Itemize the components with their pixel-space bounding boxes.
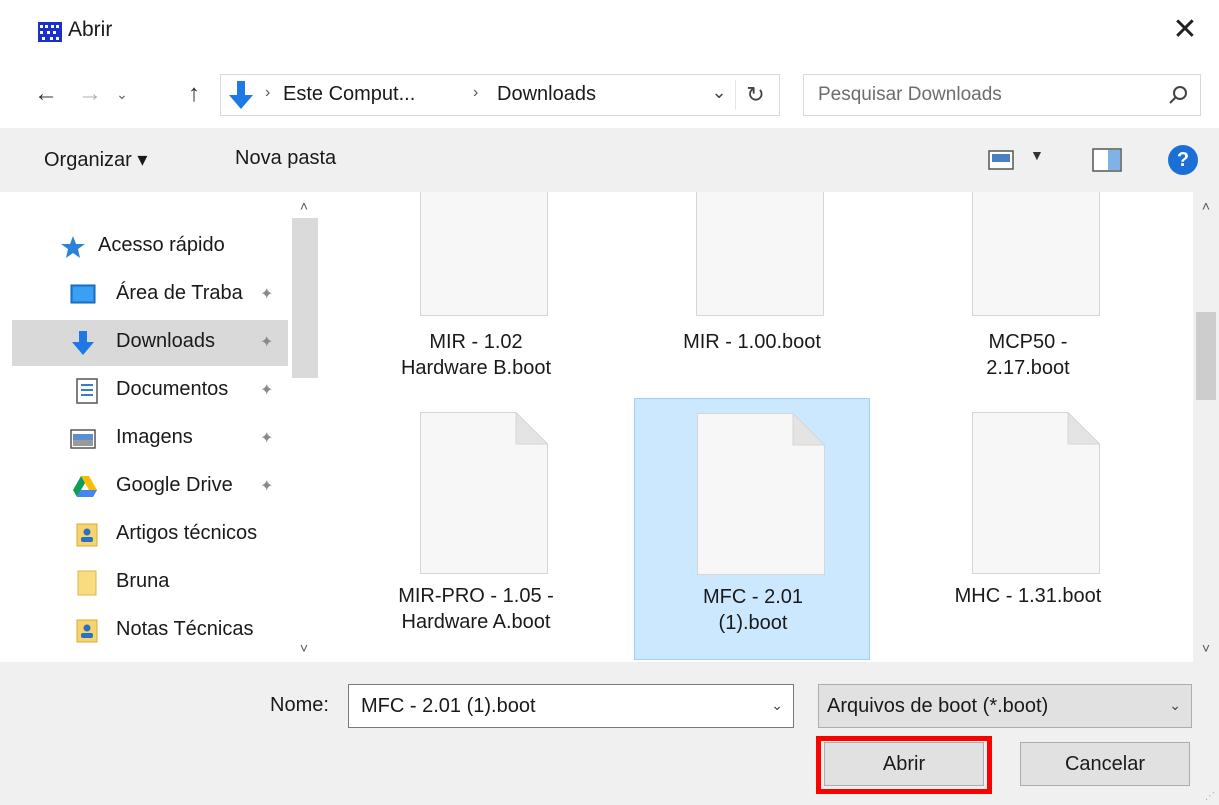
scroll-down-chevron-icon[interactable]: ˅ [290, 640, 318, 656]
command-bar: Organizar ▾ Nova pasta ▼ ? [0, 128, 1219, 192]
file-type-select[interactable]: Arquivos de boot (*.boot) ⌄ [818, 684, 1192, 728]
cancel-button[interactable]: Cancelar [1020, 742, 1190, 786]
chevron-down-icon[interactable]: ⌄ [1169, 697, 1181, 714]
file-name-line: MCP50 - [988, 331, 1068, 353]
file-name-line: Hardware B.boot [400, 357, 552, 379]
sidebar-item-artigos-tecnicos[interactable]: Artigos técnicos [12, 512, 288, 558]
app-icon [38, 22, 62, 42]
address-bar[interactable]: › Este Comput... › Downloads ⌄ ↻ [220, 74, 780, 116]
chevron-down-icon[interactable]: ⌄ [771, 697, 783, 714]
file-list: MIR - 1.02 Hardware B.boot MIR - 1.00.bo… [318, 192, 1219, 662]
breadcrumb-downloads[interactable]: Downloads [497, 83, 596, 106]
search-placeholder: Pesquisar Downloads [818, 84, 1002, 105]
scroll-down-chevron-icon[interactable]: ˅ [1193, 640, 1219, 656]
new-folder-button[interactable]: Nova pasta [235, 147, 336, 170]
sidebar-item-label: Downloads [116, 330, 215, 352]
resize-grip-icon[interactable]: ⋰ [1205, 791, 1217, 803]
up-arrow-icon[interactable]: ↑ [178, 76, 210, 112]
scrollbar-thumb[interactable] [292, 218, 318, 378]
desktop-icon [70, 284, 96, 304]
sidebar-item-notas-tecnicas[interactable]: Notas Técnicas [12, 608, 288, 654]
sidebar-item-acesso-rapido[interactable]: Acesso rápido [12, 224, 288, 270]
file-name-field[interactable]: MFC - 2.01 (1).boot ⌄ [348, 684, 794, 728]
search-input[interactable]: Pesquisar Downloads [803, 74, 1201, 116]
file-icon [972, 192, 1100, 316]
file-name-line: 2.17.boot [986, 357, 1070, 379]
sidebar-item-bruna[interactable]: Bruna [12, 560, 288, 606]
star-icon [61, 236, 85, 258]
pin-icon: ✦ [260, 478, 274, 495]
sidebar-item-label: Acesso rápido [98, 234, 225, 256]
highlight-annotation-box [816, 736, 992, 794]
view-dropdown-chevron-icon[interactable]: ▼ [1030, 147, 1044, 163]
sidebar-item-label: Bruna [116, 570, 170, 592]
sidebar-item-label: Notas Técnicas [116, 618, 254, 640]
sidebar-item-imagens[interactable]: Imagens ✦ [12, 416, 288, 462]
pin-icon: ✦ [260, 430, 274, 447]
file-icon [420, 192, 548, 316]
download-arrow-icon [72, 331, 94, 355]
dialog-footer: Nome: MFC - 2.01 (1).boot ⌄ Arquivos de … [0, 662, 1219, 805]
title-bar: Abrir ✕ [0, 0, 1219, 64]
breadcrumb-este-computador[interactable]: Este Comput... [283, 83, 415, 106]
file-item[interactable]: MHC - 1.31.boot [910, 398, 1146, 660]
pin-icon: ✦ [260, 334, 274, 351]
breadcrumb-separator-icon[interactable]: › [473, 84, 478, 102]
window-title: Abrir [68, 18, 113, 41]
file-icon [420, 412, 548, 574]
sidebar-item-area-de-trabalho[interactable]: Área de Traba ✦ [12, 272, 288, 318]
preview-pane-icon[interactable] [1092, 148, 1122, 172]
refresh-icon[interactable]: ↻ [735, 80, 775, 110]
file-name-label: Nome: [270, 694, 329, 716]
close-button[interactable]: ✕ [1167, 12, 1203, 48]
scrollbar-thumb[interactable] [1196, 312, 1216, 400]
address-row: ← → ⌄ ↑ › Este Comput... › Downloads ⌄ ↻… [0, 70, 1219, 120]
file-name-line: Hardware A.boot [401, 611, 551, 633]
navigation-scrollbar[interactable]: ˄ ˅ [290, 192, 318, 662]
file-type-value: Arquivos de boot (*.boot) [827, 695, 1049, 717]
sidebar-item-downloads[interactable]: Downloads ✦ [12, 320, 288, 366]
file-name-line: (1).boot [718, 612, 788, 634]
folder-user-icon [76, 619, 98, 643]
file-name-value[interactable]: MFC - 2.01 (1).boot [361, 695, 536, 718]
recent-locations-chevron-icon[interactable]: ⌄ [106, 76, 138, 112]
back-arrow-icon[interactable]: ← [30, 76, 62, 112]
sidebar-item-label: Área de Traba [116, 282, 243, 304]
sidebar-item-label: Google Drive [116, 474, 233, 496]
google-drive-icon [73, 476, 97, 497]
search-icon[interactable] [1168, 84, 1190, 106]
file-icon [972, 412, 1100, 574]
navigation-pane: Acesso rápido Área de Traba ✦ Downloads … [0, 192, 318, 662]
pin-icon: ✦ [260, 286, 274, 303]
sidebar-item-label: Imagens [116, 426, 193, 448]
scroll-up-chevron-icon[interactable]: ˄ [290, 198, 318, 214]
sidebar-item-google-drive[interactable]: Google Drive ✦ [12, 464, 288, 510]
organize-menu-button[interactable]: Organizar ▾ [44, 147, 147, 172]
file-name-line: MIR-PRO - 1.05 - [398, 585, 554, 607]
folder-icon [77, 570, 97, 596]
view-options-icon[interactable] [988, 150, 1014, 170]
download-arrow-icon [229, 81, 253, 109]
address-dropdown-chevron-icon[interactable]: ⌄ [707, 82, 731, 103]
pin-icon: ✦ [260, 382, 274, 399]
file-name-line: MFC - 2.01 [702, 586, 804, 608]
scroll-up-chevron-icon[interactable]: ˄ [1193, 198, 1219, 214]
folder-user-icon [76, 523, 98, 547]
file-icon [696, 192, 824, 316]
image-icon [70, 429, 96, 449]
sidebar-item-label: Documentos [116, 378, 229, 400]
document-icon [76, 378, 98, 404]
file-name-line: MHC - 1.31.boot [954, 585, 1102, 607]
sidebar-item-label: Artigos técnicos [116, 522, 258, 544]
file-list-scrollbar[interactable]: ˄ ˅ [1193, 192, 1219, 662]
help-icon[interactable]: ? [1168, 145, 1198, 175]
file-item-selected[interactable]: MFC - 2.01 (1).boot [634, 398, 870, 660]
sidebar-item-documentos[interactable]: Documentos ✦ [12, 368, 288, 414]
file-icon [697, 413, 825, 575]
file-item[interactable]: MIR-PRO - 1.05 - Hardware A.boot [358, 398, 594, 660]
file-name-line: MIR - 1.00.boot [683, 331, 821, 353]
breadcrumb-separator-icon[interactable]: › [265, 84, 270, 102]
forward-arrow-icon[interactable]: → [74, 76, 106, 112]
file-name-line: MIR - 1.02 [429, 331, 523, 353]
